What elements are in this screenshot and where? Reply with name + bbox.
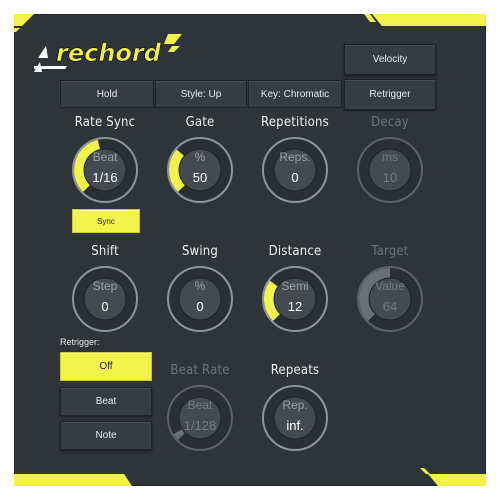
distance-unit: Semi [281,279,309,293]
swing-value: 0 [196,299,204,314]
target-label: Target [371,244,409,259]
retrigger-button[interactable]: Retrigger [344,79,436,110]
key-tab[interactable]: Key: Chromatic [248,80,342,108]
shift-unit: Step [92,279,118,293]
rechord-logo: rechord [19,26,184,80]
repetitions-label: Repetitions [261,115,329,130]
gate-label: Gate [185,115,215,130]
beat-rate-value: 1/128 [183,418,217,433]
corner-accent-top-right [364,14,486,26]
retrigger-option-note[interactable]: Note [60,421,152,450]
decay-knob[interactable]: ms 10 [355,135,425,205]
gate-unit: % [194,150,206,164]
repetitions-unit: Reps. [279,150,311,164]
style-tab[interactable]: Style: Up [155,80,247,108]
shift-knob[interactable]: Step 0 [70,264,140,334]
logo-text: rechord [56,39,162,67]
repeats-label: Repeats [270,363,320,378]
distance-knob[interactable]: Semi 12 [260,264,330,334]
distance-value: 12 [287,299,303,314]
decay-unit: ms [382,150,398,164]
target-value: 64 [382,299,398,314]
repetitions-value: 0 [291,170,299,185]
shift-value: 0 [101,299,109,314]
rate-sync-unit: Beat [92,150,118,164]
gate-value: 50 [192,170,208,185]
swing-knob[interactable]: % 0 [165,264,235,334]
distance-label: Distance [268,244,322,259]
beat-rate-knob[interactable]: Beat 1/128 [165,383,235,453]
repeats-knob[interactable]: Rep. inf. [260,383,330,453]
retrigger-option-beat[interactable]: Beat [60,387,152,416]
rate-sync-knob[interactable]: Beat 1/16 [70,135,140,205]
target-knob[interactable]: Value 64 [355,264,425,334]
hold-tab[interactable]: Hold [60,80,154,108]
repeats-unit: Rep. [282,398,308,412]
shift-label: Shift [91,244,119,259]
corner-accent-bottom-left [14,474,132,486]
decay-label: Decay [371,115,409,130]
swing-label: Swing [181,244,219,259]
decay-value: 10 [382,170,398,185]
beat-rate-unit: Beat [187,398,213,412]
repetitions-knob[interactable]: Reps. 0 [260,135,330,205]
target-unit: Value [375,279,405,293]
retrigger-section-title: Retrigger: [60,337,100,347]
plugin-window: rechord Velocity Retrigger Hold Style: U… [0,0,500,500]
rate-sync-value: 1/16 [92,170,118,185]
velocity-button[interactable]: Velocity [344,44,436,75]
gate-knob[interactable]: % 50 [165,135,235,205]
retrigger-option-off[interactable]: Off [60,352,152,381]
sync-button[interactable]: Sync [72,209,140,233]
corner-accent-bottom-right [420,468,486,486]
beat-rate-label: Beat Rate [170,363,230,378]
rate-sync-label: Rate Sync [74,115,136,130]
swing-unit: % [194,279,206,293]
repeats-value: inf. [286,418,304,433]
